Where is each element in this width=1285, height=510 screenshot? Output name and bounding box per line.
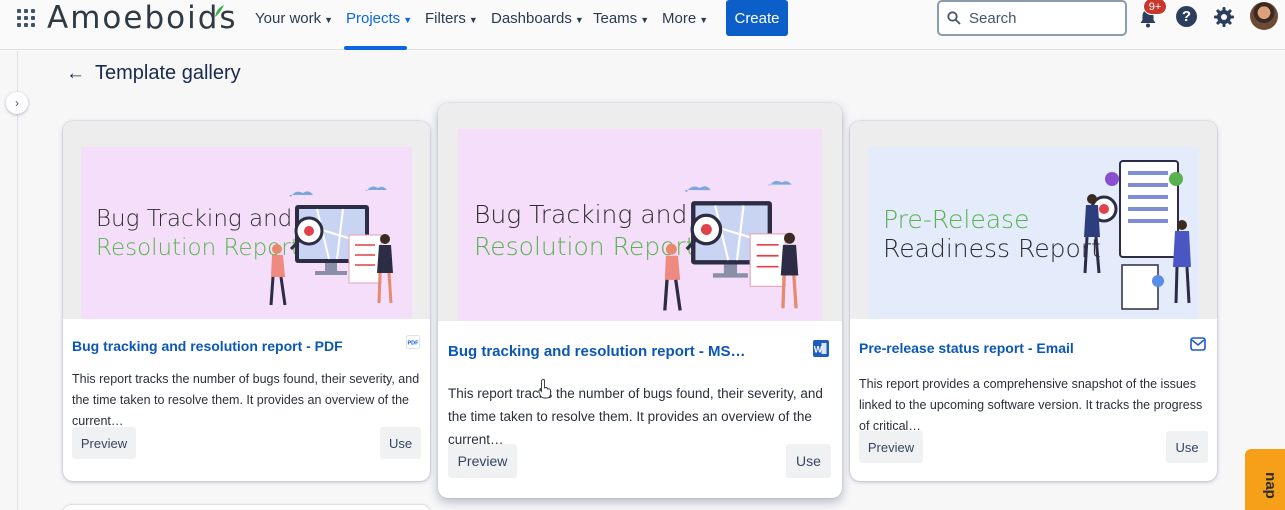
ms-word-icon: W — [813, 340, 829, 362]
nav-filters[interactable]: Filters ▼ — [425, 10, 478, 27]
user-avatar[interactable] — [1250, 2, 1278, 30]
chevron-down-icon: ▼ — [324, 14, 334, 25]
logo[interactable]: Amoeboids — [47, 0, 238, 36]
use-button[interactable]: Use — [1166, 431, 1208, 463]
template-card[interactable]: Pre-Release Readiness Report Pre-release… — [850, 121, 1217, 481]
card-banner: Pre-Release Readiness Report — [868, 147, 1199, 319]
preview-button[interactable]: Preview — [859, 431, 923, 463]
card-description: This report provides a comprehensive sna… — [859, 377, 1203, 433]
nav-projects[interactable]: Projects ▼ — [346, 10, 412, 27]
expand-sidebar-button[interactable]: › — [6, 92, 28, 114]
use-button[interactable]: Use — [786, 444, 831, 478]
card-title[interactable]: Bug tracking and resolution report - PDF — [72, 338, 343, 354]
chevron-down-icon: ▼ — [640, 14, 650, 25]
format-label: PDF — [408, 341, 420, 347]
card-title[interactable]: Pre-release status report - Email — [859, 340, 1074, 356]
sidebar-divider — [17, 51, 18, 510]
top-navigation-bar: Amoeboids Your work ▼ Projects ▼ Filters ▼ … — [0, 0, 1285, 50]
create-button[interactable]: Create — [726, 0, 788, 36]
nav-label: Dashboards — [491, 10, 572, 27]
notification-count-badge: 9+ — [1143, 0, 1167, 15]
page-title: Template gallery — [95, 62, 241, 84]
side-tab-label: nap — [1261, 472, 1279, 499]
banner-title-line2: Readiness Report — [883, 234, 1101, 263]
nav-label: Projects — [346, 10, 401, 27]
logo-leaf-icon — [215, 5, 224, 17]
card-description: This report tracks the number of bugs fo… — [448, 386, 823, 447]
card-description: This report tracks the number of bugs fo… — [72, 372, 420, 428]
back-arrow-icon[interactable]: ← — [66, 63, 85, 85]
preview-button[interactable]: Preview — [448, 444, 517, 478]
nav-label: Your work — [255, 10, 322, 27]
chevron-down-icon: ▼ — [468, 14, 478, 25]
card-banner: Bug Tracking and Resolution Report — [81, 147, 412, 319]
use-button[interactable]: Use — [380, 427, 421, 459]
chevron-down-icon: ▼ — [403, 14, 413, 25]
template-card-next-row — [63, 505, 430, 510]
nav-dashboards[interactable]: Dashboards ▼ — [491, 10, 584, 27]
nav-label: Teams — [593, 10, 638, 27]
svg-text:W: W — [814, 345, 823, 355]
feedback-side-tab[interactable]: nap — [1245, 449, 1285, 510]
search-icon — [947, 11, 961, 25]
search-placeholder: Search — [969, 9, 1017, 27]
search-input[interactable]: Search — [937, 0, 1127, 36]
template-card-hovered[interactable]: Bug Tracking and Resolution Report Bug t… — [438, 103, 842, 498]
bug-tracking-illustration — [663, 180, 799, 311]
chevron-down-icon: ▼ — [574, 14, 584, 25]
banner-title: Pre-Release Readiness Report — [883, 205, 1101, 263]
template-card[interactable]: Bug Tracking and Resolution Report Bug t… — [63, 121, 430, 481]
nav-label: Filters — [425, 10, 466, 27]
chevron-right-icon: › — [15, 96, 19, 110]
card-banner: Bug Tracking and Resolution Report — [458, 129, 822, 321]
app-switcher-icon[interactable] — [17, 9, 35, 27]
nav-teams[interactable]: Teams ▼ — [593, 10, 649, 27]
pdf-icon: PDF — [406, 335, 420, 354]
nav-label: More — [662, 10, 697, 27]
bug-tracking-illustration — [269, 186, 393, 306]
help-icon[interactable]: ? — [1176, 6, 1197, 27]
nav-more[interactable]: More ▼ — [662, 10, 708, 27]
email-icon — [1190, 336, 1206, 357]
pre-release-illustration — [1083, 160, 1191, 310]
nav-your-work[interactable]: Your work ▼ — [255, 10, 333, 27]
banner-title-line1: Pre-Release — [883, 205, 1030, 234]
settings-gear-icon[interactable] — [1213, 6, 1235, 28]
preview-button[interactable]: Preview — [72, 427, 136, 459]
chevron-down-icon: ▼ — [699, 14, 709, 25]
card-title[interactable]: Bug tracking and resolution report - MS… — [448, 343, 746, 360]
hand-cursor-icon — [538, 379, 551, 399]
active-nav-indicator — [344, 46, 407, 50]
